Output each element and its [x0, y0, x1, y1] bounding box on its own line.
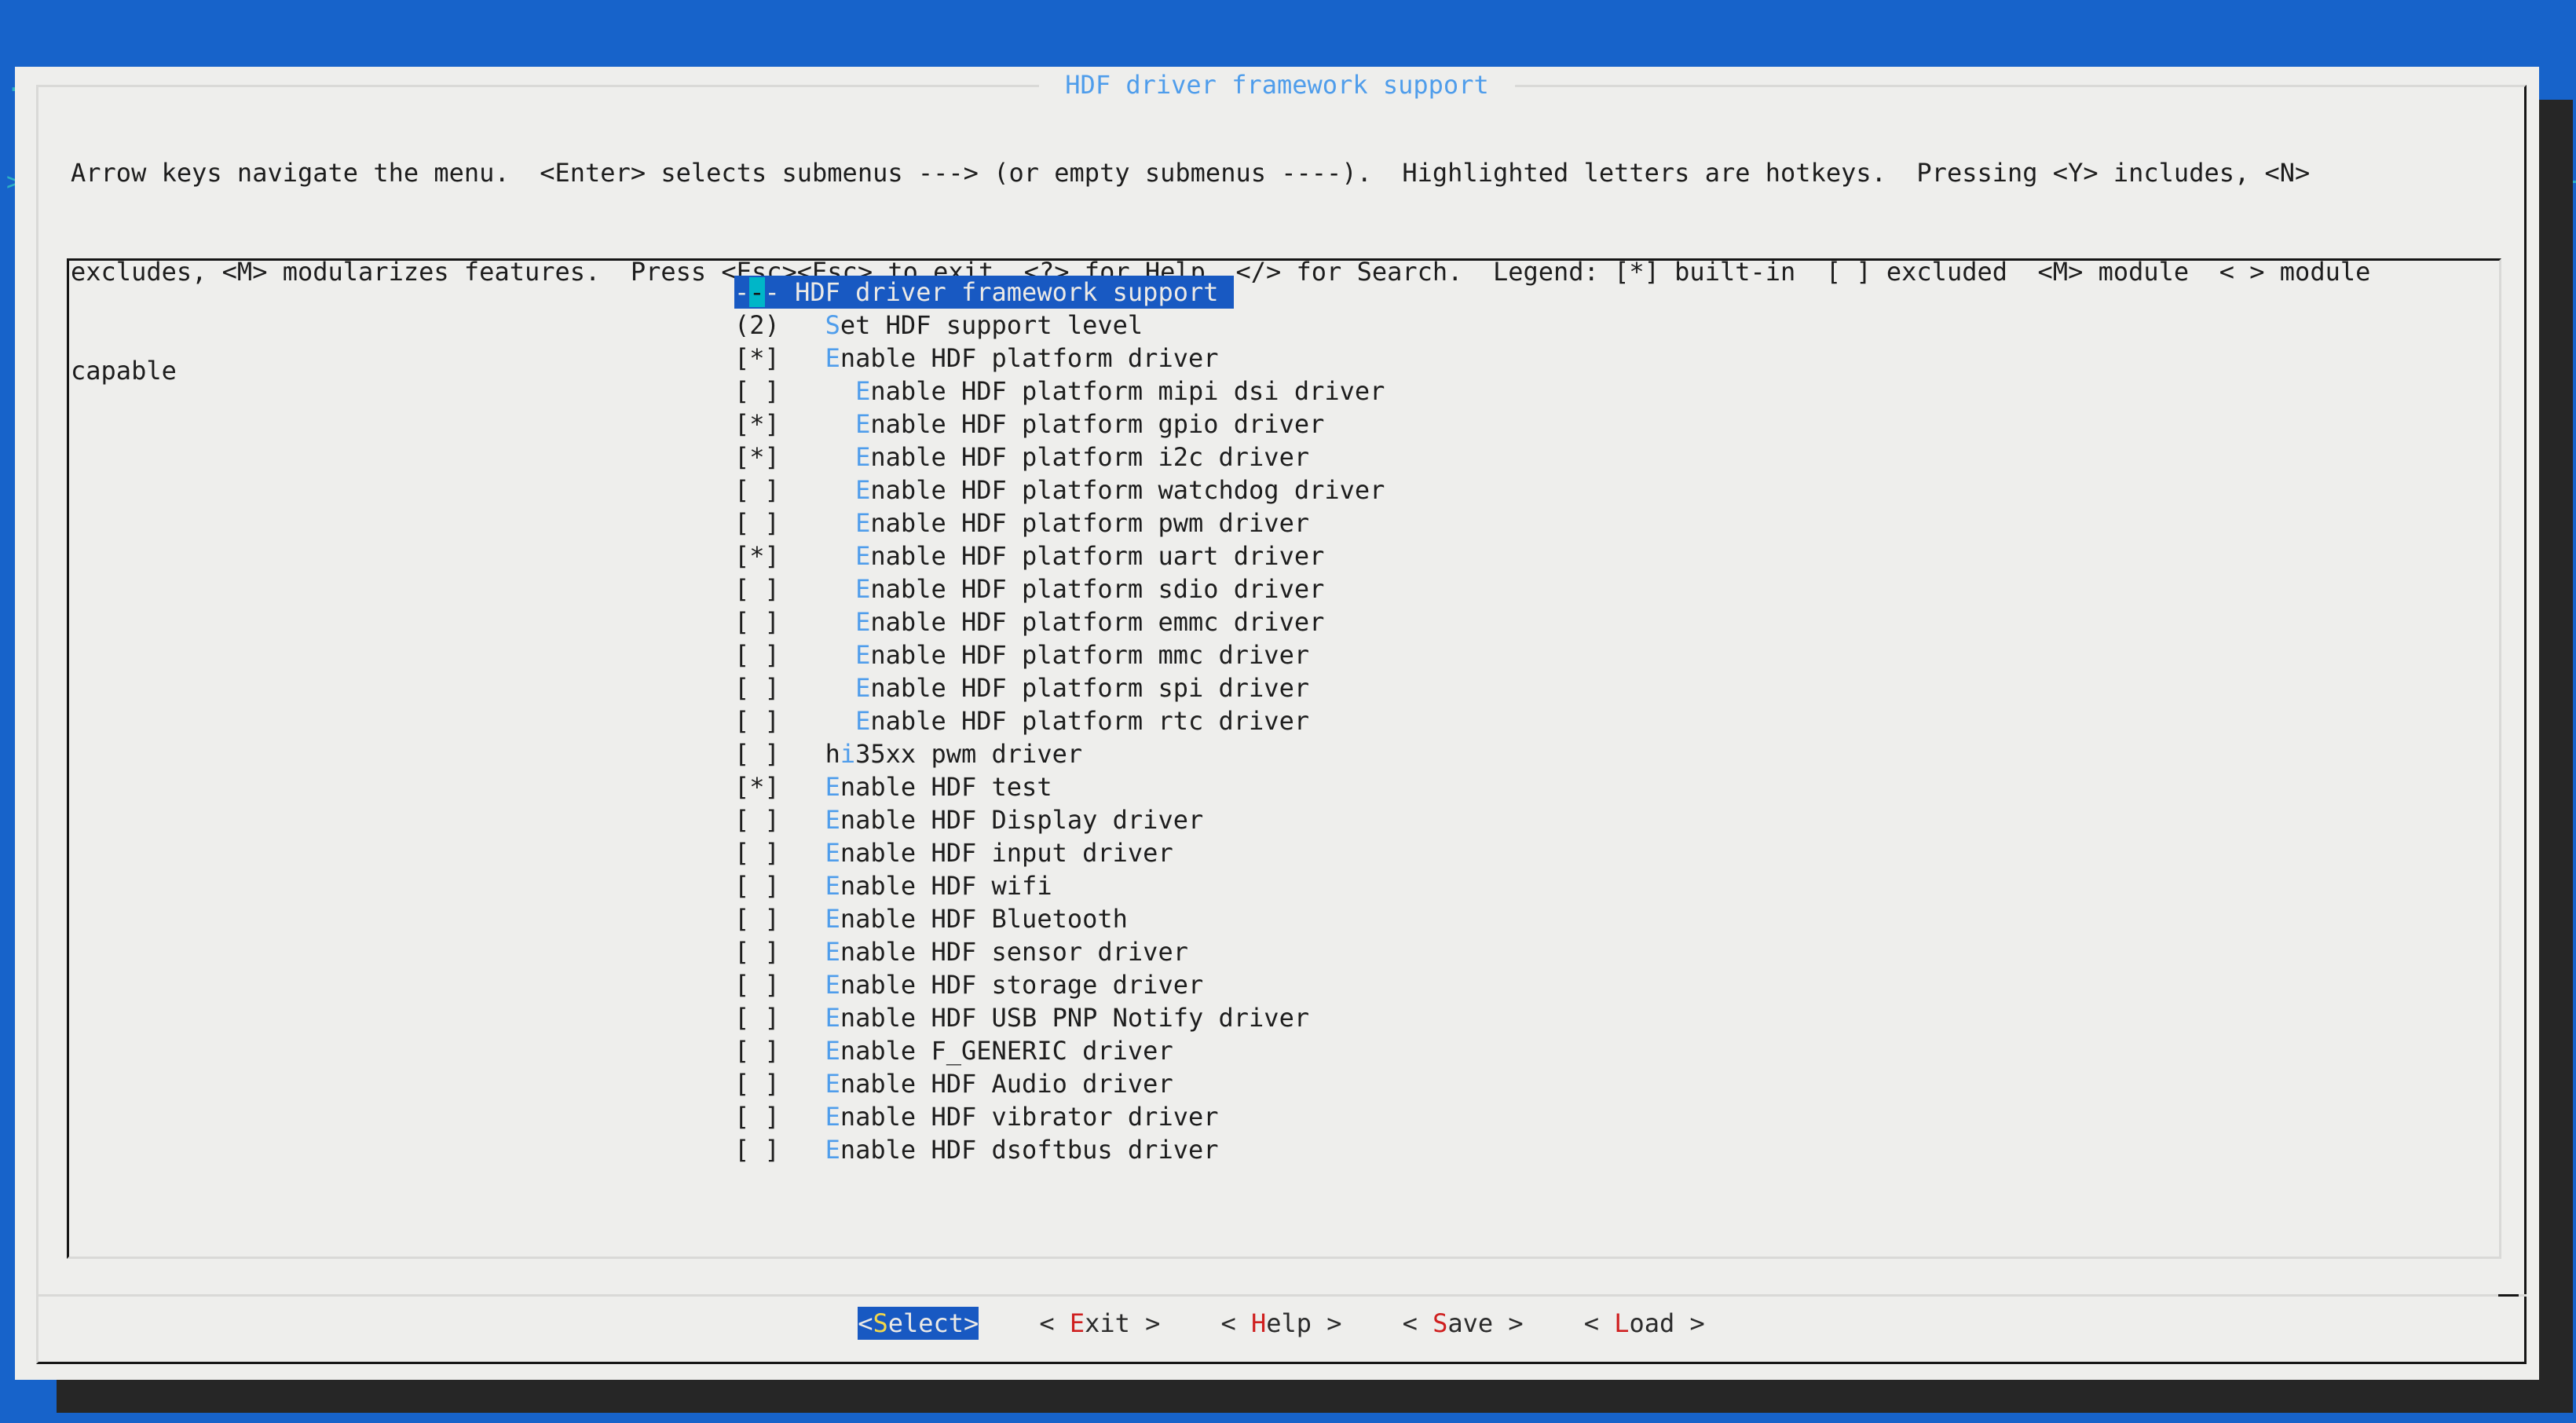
menu-item[interactable]: [ ] Enable HDF platform watchdog driver: [734, 474, 2499, 507]
save-button[interactable]: < Save >: [1403, 1307, 1524, 1340]
checkbox[interactable]: [ ]: [734, 838, 780, 868]
hotkey-letter: E: [855, 574, 870, 604]
hotkey-letter: E: [825, 1135, 840, 1165]
menu-item[interactable]: [ ] Enable HDF Bluetooth: [734, 902, 2499, 935]
menu-item[interactable]: [ ] Enable HDF Display driver: [734, 803, 2499, 836]
hotkey-letter: E: [825, 1003, 840, 1033]
hotkey-letter: L: [1614, 1308, 1629, 1338]
menu-item[interactable]: [*] Enable HDF platform i2c driver: [734, 441, 2499, 474]
hotkey-letter: E: [825, 1036, 840, 1066]
hotkey-letter: E: [855, 376, 870, 406]
menu-list-box: --- HDF driver framework support(2) Set …: [67, 258, 2501, 1259]
menu-item[interactable]: (2) Set HDF support level: [734, 309, 2499, 342]
load-button[interactable]: < Load >: [1584, 1307, 1705, 1340]
hotkey-letter: i: [840, 739, 855, 769]
checkbox[interactable]: [ ]: [734, 739, 780, 769]
checkbox[interactable]: [ ]: [734, 871, 780, 901]
value-field[interactable]: (2): [734, 310, 780, 340]
hotkey-letter: E: [855, 607, 870, 637]
hotkey-letter: E: [855, 442, 870, 472]
dialog-title: HDF driver framework support: [1039, 68, 1515, 101]
hotkey-letter: E: [855, 673, 870, 703]
checkbox[interactable]: [*]: [734, 541, 780, 571]
checkbox[interactable]: [ ]: [734, 1135, 780, 1165]
hotkey-letter: S: [873, 1308, 887, 1338]
hotkey-letter: S: [825, 310, 840, 340]
menu-item[interactable]: [ ] Enable HDF platform emmc driver: [734, 605, 2499, 638]
checkbox[interactable]: [ ]: [734, 805, 780, 835]
menu-item[interactable]: [ ] Enable HDF wifi: [734, 869, 2499, 902]
checkbox[interactable]: [ ]: [734, 607, 780, 637]
menu-item[interactable]: [ ] Enable HDF USB PNP Notify driver: [734, 1001, 2499, 1034]
checkbox[interactable]: [ ]: [734, 475, 780, 505]
separator-dark-tip: [2498, 1294, 2519, 1297]
menu-item[interactable]: [ ] Enable HDF sensor driver: [734, 935, 2499, 968]
menu-item[interactable]: [ ] Enable HDF platform pwm driver: [734, 507, 2499, 540]
checkbox[interactable]: [ ]: [734, 574, 780, 604]
menu-item[interactable]: [*] Enable HDF platform uart driver: [734, 540, 2499, 572]
menu-item[interactable]: [*] Enable HDF test: [734, 770, 2499, 803]
button-bar: <Select> < Exit > < Help > < Save > < Load >: [36, 1307, 2527, 1340]
checkbox[interactable]: [ ]: [734, 1069, 780, 1099]
selection-bar[interactable]: --- HDF driver framework support: [734, 276, 1234, 309]
menu-item[interactable]: [ ] Enable HDF dsoftbus driver: [734, 1133, 2499, 1166]
checkbox[interactable]: [ ]: [734, 1036, 780, 1066]
hotkey-letter: E: [825, 904, 840, 934]
menu-item[interactable]: [ ] Enable HDF platform sdio driver: [734, 572, 2499, 605]
cursor-block: -: [749, 277, 764, 307]
checkbox[interactable]: [ ]: [734, 706, 780, 736]
checkbox[interactable]: [ ]: [734, 673, 780, 703]
menu-item[interactable]: [ ] hi35xx pwm driver: [734, 737, 2499, 770]
hotkey-letter: S: [1433, 1308, 1447, 1338]
hotkey-letter: E: [1070, 1308, 1085, 1338]
hotkey-letter: E: [855, 475, 870, 505]
menu-item-selected[interactable]: --- HDF driver framework support: [734, 276, 2499, 309]
menu-item[interactable]: [ ] Enable HDF vibrator driver: [734, 1100, 2499, 1133]
hotkey-letter: E: [825, 772, 840, 802]
menuconfig-dialog: HDF driver framework support Arrow keys …: [15, 67, 2539, 1380]
select-button[interactable]: <Select>: [858, 1307, 979, 1340]
exit-button[interactable]: < Exit >: [1039, 1307, 1160, 1340]
menu-item[interactable]: [ ] Enable HDF platform mmc driver: [734, 638, 2499, 671]
menu-item[interactable]: [*] Enable HDF platform gpio driver: [734, 408, 2499, 441]
checkbox[interactable]: [ ]: [734, 970, 780, 1000]
hotkey-letter: H: [1251, 1308, 1266, 1338]
checkbox[interactable]: [ ]: [734, 1102, 780, 1132]
menu-item[interactable]: [ ] Enable HDF storage driver: [734, 968, 2499, 1001]
hotkey-letter: E: [855, 706, 870, 736]
checkbox[interactable]: [ ]: [734, 904, 780, 934]
menu-item[interactable]: [ ] Enable HDF Audio driver: [734, 1067, 2499, 1100]
hotkey-letter: E: [855, 541, 870, 571]
menu-item[interactable]: [ ] Enable HDF platform spi driver: [734, 671, 2499, 704]
checkbox[interactable]: [*]: [734, 772, 780, 802]
menu-item[interactable]: [ ] Enable HDF input driver: [734, 836, 2499, 869]
hotkey-letter: E: [825, 343, 840, 373]
help-button[interactable]: < Help >: [1220, 1307, 1341, 1340]
checkbox[interactable]: [ ]: [734, 1003, 780, 1033]
hotkey-letter: E: [825, 970, 840, 1000]
hotkey-letter: E: [825, 1102, 840, 1132]
hotkey-letter: E: [855, 508, 870, 538]
hotkey-letter: E: [855, 640, 870, 670]
menu-item[interactable]: [*] Enable HDF platform driver: [734, 342, 2499, 375]
hotkey-letter: E: [825, 937, 840, 967]
checkbox[interactable]: [ ]: [734, 640, 780, 670]
menu-list[interactable]: --- HDF driver framework support(2) Set …: [69, 261, 2499, 1257]
checkbox[interactable]: [ ]: [734, 508, 780, 538]
checkbox[interactable]: [ ]: [734, 937, 780, 967]
checkbox[interactable]: [*]: [734, 442, 780, 472]
hotkey-letter: E: [855, 409, 870, 439]
checkbox[interactable]: [*]: [734, 409, 780, 439]
menu-item[interactable]: [ ] Enable HDF platform mipi dsi driver: [734, 375, 2499, 408]
checkbox[interactable]: [ ]: [734, 376, 780, 406]
checkbox[interactable]: [*]: [734, 343, 780, 373]
menu-item[interactable]: [ ] Enable HDF platform rtc driver: [734, 704, 2499, 737]
menu-item[interactable]: [ ] Enable F_GENERIC driver: [734, 1034, 2499, 1067]
hotkey-letter: E: [825, 805, 840, 835]
hotkey-letter: E: [825, 1069, 840, 1099]
button-separator: [36, 1294, 2527, 1297]
hotkey-letter: E: [825, 871, 840, 901]
hotkey-letter: E: [825, 838, 840, 868]
help-line-1: Arrow keys navigate the menu. <Enter> se…: [71, 156, 2370, 189]
